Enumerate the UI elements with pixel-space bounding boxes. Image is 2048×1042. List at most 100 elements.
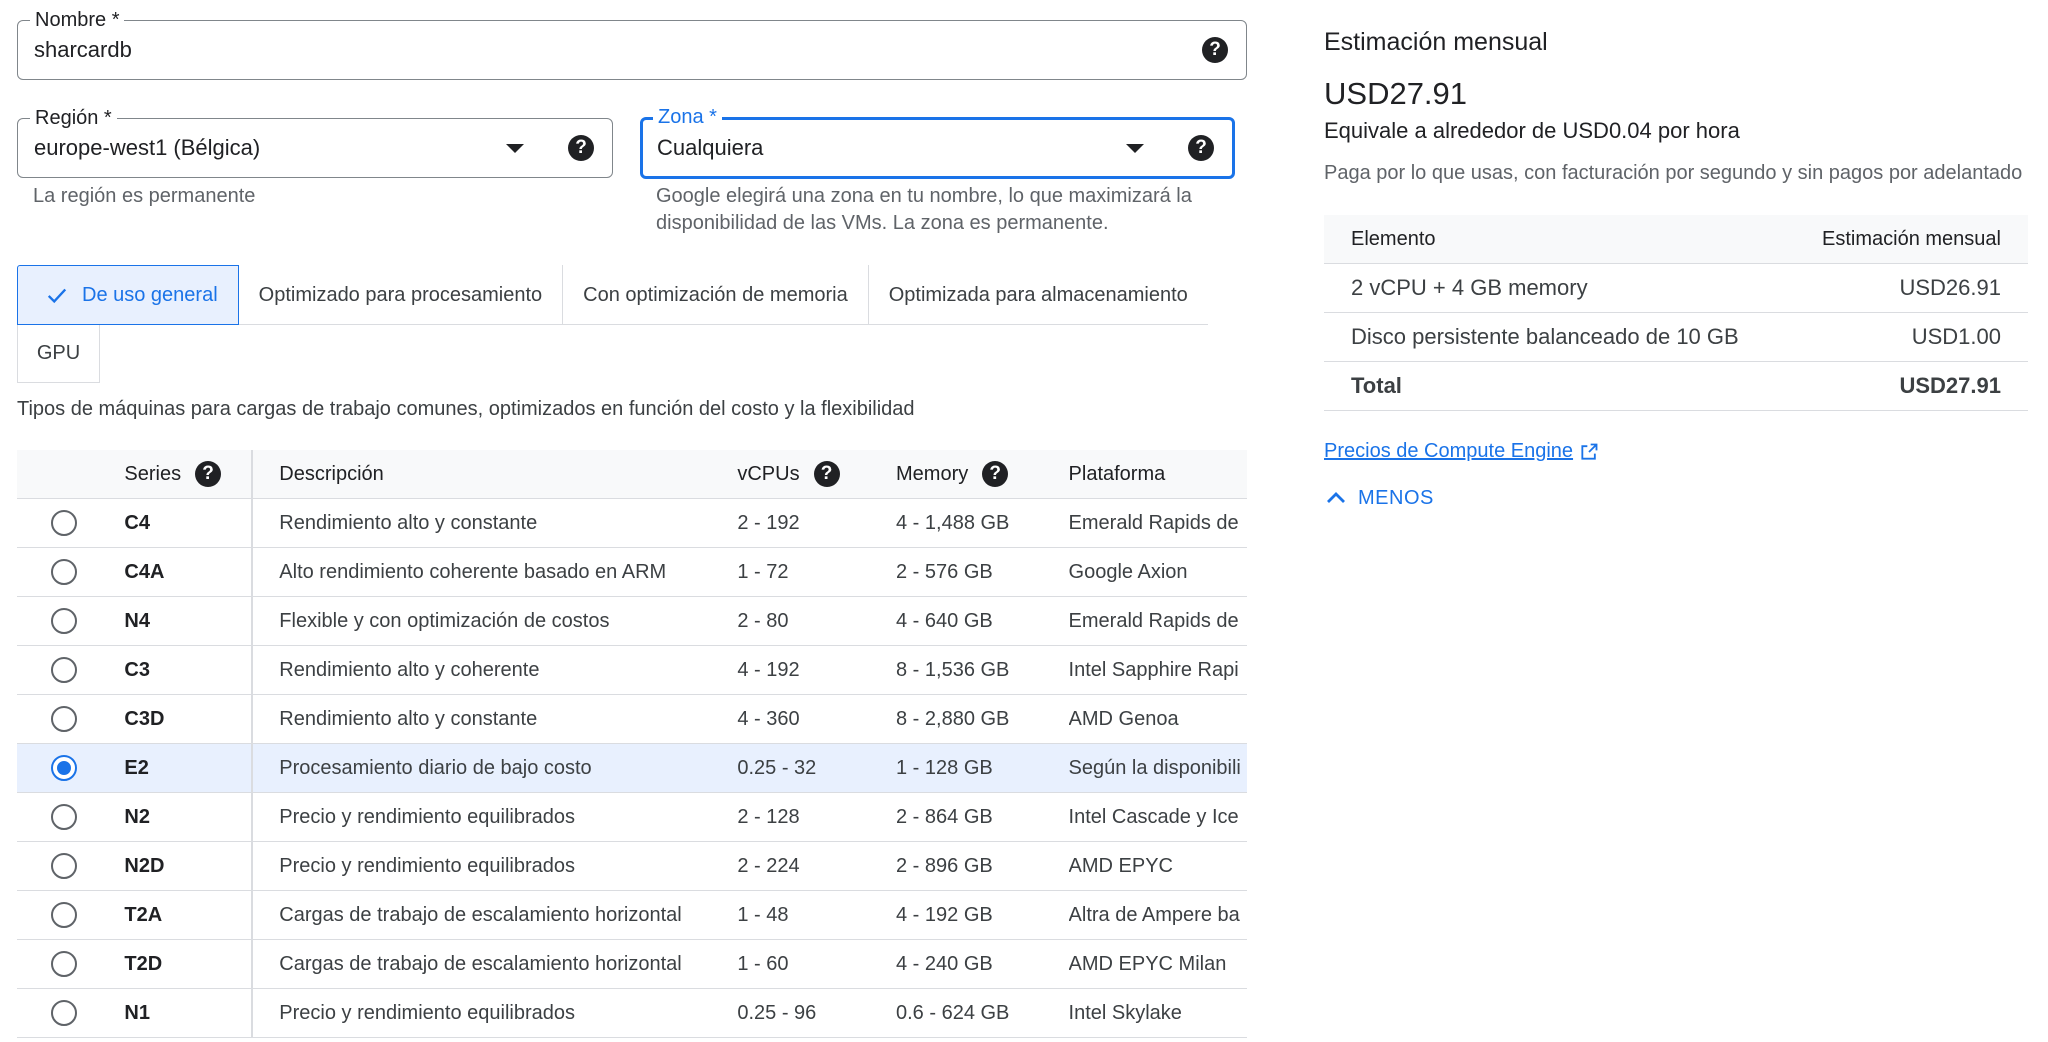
table-row[interactable]: T2D Cargas de trabajo de escalamiento hor… (17, 940, 1247, 989)
help-icon[interactable]: ? (1202, 37, 1228, 63)
series-name: C4A (124, 560, 165, 583)
series-memory: 4 - 1,488 GB (896, 511, 1010, 534)
series-description: Rendimiento alto y constante (279, 707, 538, 730)
estimate-table: Elemento Estimación mensual 2 vCPU + 4 G… (1324, 215, 2028, 411)
series-memory: 8 - 2,880 GB (896, 707, 1010, 730)
region-label: Región * (30, 106, 117, 130)
machine-series-table: Series? Descripción vCPUs? Memory? Plata… (17, 450, 1247, 1038)
table-row[interactable]: C4 Rendimiento alto y constante 2 - 192 4 -… (17, 499, 1247, 548)
compute-engine-pricing-link[interactable]: Precios de Compute Engine (1324, 440, 1599, 463)
series-radio[interactable] (51, 853, 77, 879)
series-description: Rendimiento alto y coherente (279, 658, 540, 681)
series-radio[interactable] (51, 804, 77, 830)
region-value: europe-west1 (Bélgica) (34, 135, 261, 160)
tab-memory-optimized[interactable]: Con optimización de memoria (563, 265, 869, 325)
table-row[interactable]: T2A Cargas de trabajo de escalamiento hor… (17, 891, 1247, 940)
table-header: Series? Descripción vCPUs? Memory? Plata… (17, 450, 1247, 499)
series-platform: AMD EPYC Milan (1068, 952, 1227, 975)
series-platform: Intel Sapphire Rapi (1068, 658, 1239, 681)
total-label: Total (1351, 373, 1402, 398)
series-description: Precio y rendimiento equilibrados (279, 854, 575, 877)
series-platform: Intel Skylake (1068, 1001, 1182, 1024)
help-icon[interactable]: ? (813, 461, 840, 487)
estimate-title: Estimación mensual (1324, 28, 1548, 56)
tab-label: Optimizado para procesamiento (258, 283, 543, 306)
series-radio[interactable] (51, 510, 77, 536)
series-name: T2A (124, 903, 163, 926)
series-description: Procesamiento diario de bajo costo (279, 756, 592, 779)
header-platform: Plataforma (1068, 462, 1166, 485)
check-icon (47, 288, 67, 304)
series-radio[interactable] (51, 706, 77, 732)
dropdown-arrow-icon[interactable] (1126, 143, 1144, 153)
series-platform: AMD Genoa (1068, 707, 1179, 730)
series-vcpus: 2 - 80 (737, 609, 789, 632)
series-vcpus: 2 - 128 (737, 805, 800, 828)
table-row[interactable]: E2 Procesamiento diario de bajo costo 0.25… (17, 744, 1247, 793)
table-row[interactable]: C3D Rendimiento alto y constante 4 - 360 8 … (17, 695, 1247, 744)
series-description: Alto rendimiento coherente basado en ARM (279, 560, 667, 583)
tab-general-purpose[interactable]: De uso general (17, 265, 239, 325)
help-icon[interactable]: ? (1188, 135, 1214, 161)
external-link-icon (1581, 443, 1598, 460)
series-radio[interactable] (51, 1000, 77, 1026)
header-vcpus: vCPUs (737, 462, 800, 485)
series-vcpus: 2 - 192 (737, 511, 800, 534)
help-icon[interactable]: ? (568, 135, 594, 161)
name-input[interactable]: sharcardb (18, 37, 1202, 63)
header-monthly: Estimación mensual (1822, 227, 2001, 250)
dropdown-arrow-icon[interactable] (506, 143, 524, 153)
series-name: N2 (124, 805, 150, 828)
less-toggle-button[interactable]: MENOS (1324, 486, 1434, 510)
table-row[interactable]: N1 Precio y rendimiento equilibrados 0.25 … (17, 989, 1247, 1038)
table-row[interactable]: C3 Rendimiento alto y coherente 4 - 192 8 -… (17, 646, 1247, 695)
table-row[interactable]: C4A Alto rendimiento coherente basado en … (17, 548, 1247, 597)
name-field[interactable]: Nombre * sharcardb ? (17, 8, 1247, 80)
tab-gpu[interactable]: GPU (17, 325, 100, 383)
series-radio[interactable] (51, 755, 77, 781)
series-description: Cargas de trabajo de escalamiento horizo… (279, 903, 682, 926)
estimate-item: Disco persistente balanceado de 10 GB (1351, 324, 1739, 349)
help-icon[interactable]: ? (195, 461, 222, 487)
series-vcpus: 1 - 48 (737, 903, 789, 926)
less-label: MENOS (1358, 486, 1434, 509)
series-description: Precio y rendimiento equilibrados (279, 1001, 575, 1024)
series-radio[interactable] (51, 951, 77, 977)
zone-hint: Google elegirá una zona en tu nombre, lo… (656, 183, 1192, 237)
table-row[interactable]: N2D Precio y rendimiento equilibrados 2 - … (17, 842, 1247, 891)
help-icon[interactable]: ? (982, 461, 1009, 487)
series-vcpus: 1 - 60 (737, 952, 789, 975)
estimate-item: 2 vCPU + 4 GB memory (1351, 275, 1588, 300)
chevron-up-icon (1327, 492, 1345, 503)
series-vcpus: 2 - 224 (737, 854, 800, 877)
region-hint: La región es permanente (33, 185, 256, 207)
series-platform: Emerald Rapids de (1068, 609, 1239, 632)
series-radio[interactable] (51, 559, 77, 585)
tab-description: Tipos de máquinas para cargas de trabajo… (17, 398, 915, 420)
tab-compute-optimized[interactable]: Optimizado para procesamiento (239, 265, 564, 325)
tab-label: Optimizada para almacenamiento (888, 283, 1188, 306)
region-select[interactable]: Región * europe-west1 (Bélgica) ? (17, 106, 613, 178)
tab-label: De uso general (82, 283, 218, 306)
header-item: Elemento (1351, 227, 1436, 250)
tab-label: GPU (36, 342, 81, 364)
machine-family-tabs: De uso general Optimizado para procesami… (17, 265, 1208, 325)
series-memory: 4 - 240 GB (896, 952, 993, 975)
series-memory: 4 - 640 GB (896, 609, 993, 632)
estimate-note: Paga por lo que usas, con facturación po… (1324, 162, 2023, 184)
series-platform: Google Axion (1068, 560, 1188, 583)
estimate-value: USD26.91 (1899, 275, 2001, 300)
series-radio[interactable] (51, 902, 77, 928)
series-memory: 4 - 192 GB (896, 903, 993, 926)
table-row[interactable]: N2 Precio y rendimiento equilibrados 2 - 1… (17, 793, 1247, 842)
tab-storage-optimized[interactable]: Optimizada para almacenamiento (869, 265, 1208, 325)
table-row[interactable]: N4 Flexible y con optimización de costos 2… (17, 597, 1247, 646)
series-radio[interactable] (51, 608, 77, 634)
estimate-row: Disco persistente balanceado de 10 GB US… (1324, 313, 2028, 362)
series-platform: Intel Cascade y Ice (1068, 805, 1239, 828)
series-radio[interactable] (51, 657, 77, 683)
series-name: N2D (124, 854, 165, 877)
header-description: Descripción (279, 462, 384, 485)
zone-hint-line1: Google elegirá una zona en tu nombre, lo… (656, 185, 1192, 207)
zone-select[interactable]: Zona * Cualquiera ? (640, 105, 1235, 179)
